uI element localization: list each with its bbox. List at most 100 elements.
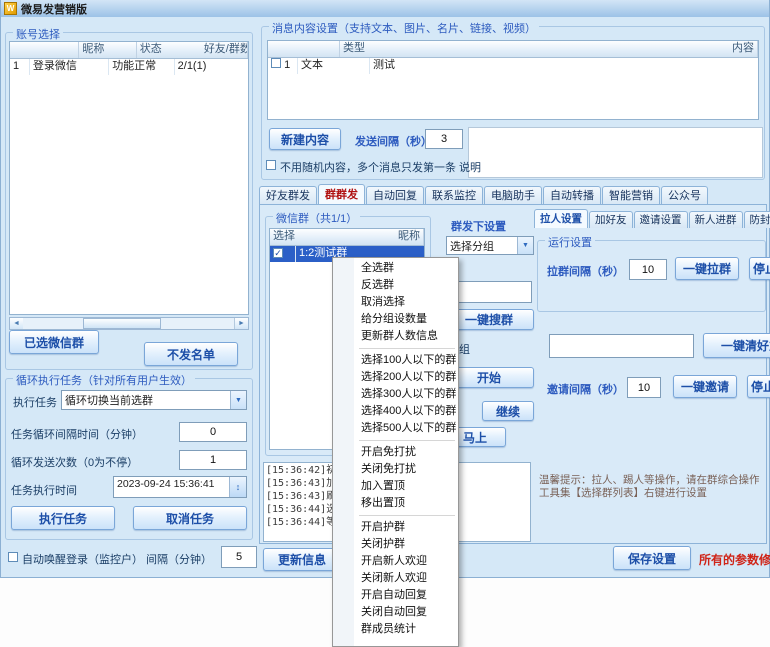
wake-interval-input[interactable] [221,546,257,568]
task-type-dropdown[interactable]: 循环切换当前选群 ▼ [61,390,247,410]
account-counts: 2/1(1) [175,59,248,75]
main-tab[interactable]: 群群发 [318,184,365,205]
context-menu-item[interactable]: 关闭免打扰 [333,461,458,478]
chevron-down-icon[interactable]: ▼ [517,237,533,254]
invite-interval-input[interactable] [627,377,661,398]
invite-interval-label: 邀请间隔（秒） [547,381,624,397]
accounts-header-cell: 昵称 [79,42,136,58]
task-time-input[interactable]: 2023-09-24 15:36:41 ↕ [113,476,247,498]
scroll-track[interactable] [23,318,234,329]
message-preview-box [468,127,763,178]
refresh-info-button[interactable]: 更新信息 [263,548,341,571]
context-menu-item[interactable] [359,440,455,441]
message-seq: 1 [284,59,290,71]
loop-task-group-title: 循环执行任务（针对所有用户生效） [13,372,195,388]
account-row[interactable]: 1 登录微信 功能正常 2/1(1) [10,59,248,75]
random-content-checkbox[interactable] [266,160,276,170]
loop-count-input[interactable] [179,450,247,470]
context-menu-item[interactable]: 关闭护群 [333,536,458,553]
group-list-title: 微信群（共1/1） [273,210,360,226]
window-title: 微易发营销版 [21,1,87,17]
context-menu-item[interactable]: 全选群 [333,260,458,277]
context-menu-item[interactable]: 选择500人以下的群 [333,420,458,437]
context-menu-item[interactable]: 开启护群 [333,519,458,536]
task-type-label: 执行任务 [13,394,57,410]
main-tab[interactable]: 好友群发 [259,186,317,205]
invite-button[interactable]: 一键邀请 [673,375,737,398]
context-menu-item[interactable]: 开启免打扰 [333,444,458,461]
context-menu-item[interactable]: 取消选择 [333,294,458,311]
account-status: 功能正常 [109,59,174,75]
main-tab[interactable]: 公众号 [661,186,708,205]
selected-groups-button[interactable]: 已选微信群 [9,330,99,354]
context-menu-item[interactable]: 选择100人以下的群 [333,352,458,369]
pull-button[interactable]: 一键拉群 [675,257,739,280]
filter-value: 选择分组 [447,237,517,254]
context-menu-item[interactable]: 开启自动回复 [333,587,458,604]
message-table-header: 类型内容 [268,41,758,58]
right-tab[interactable]: 拉人设置 [534,209,588,228]
right-tab[interactable]: 邀请设置 [634,211,688,228]
filter-label: 群发下设置 [451,218,506,234]
clear-friends-input[interactable] [549,334,694,358]
blacklist-button[interactable]: 不发名单 [144,342,238,366]
context-menu-item[interactable]: 选择300人以下的群 [333,386,458,403]
filter-dropdown[interactable]: 选择分组 ▼ [446,236,534,255]
main-tab[interactable]: 自动回复 [366,186,424,205]
right-tab[interactable]: 加好友 [589,211,633,228]
right-tab[interactable]: 新人进群 [689,211,743,228]
context-menu-item[interactable]: 开启新人欢迎 [333,553,458,570]
task-interval-input[interactable] [179,422,247,442]
context-menu-item[interactable]: 给分组设数量 [333,311,458,328]
new-content-button[interactable]: 新建内容 [269,128,341,150]
scroll-thumb[interactable] [83,318,161,329]
context-menu-item[interactable]: 群成员统计 [333,621,458,638]
context-menu-item[interactable]: 反选群 [333,277,458,294]
main-tab[interactable]: 智能营销 [602,186,660,205]
main-tab[interactable]: 自动转播 [543,186,601,205]
context-menu-item[interactable] [359,348,455,349]
context-menu-item[interactable]: 选择200人以下的群 [333,369,458,386]
message-row-checkbox[interactable] [271,58,281,68]
scroll-left-icon[interactable]: ◄ [10,318,23,329]
context-menu-item[interactable]: 更新群人数信息 [333,328,458,345]
wake-checkbox[interactable] [8,552,18,562]
account-nickname: 登录微信 [30,59,109,75]
context-menu-item[interactable]: 关闭新人欢迎 [333,570,458,587]
screen: W 微易发营销版 账号选择 昵称状态好友/群数 1 登录微信 功能正常 2/1(… [0,0,770,647]
accounts-rows: 1 登录微信 功能正常 2/1(1) [10,59,248,75]
message-row[interactable]: 1 文本 测试 [268,58,758,74]
right-tab[interactable]: 防封 [744,211,770,228]
accounts-table[interactable]: 昵称状态好友/群数 1 登录微信 功能正常 2/1(1) [9,41,249,315]
context-menu-item[interactable]: 选择400人以下的群 [333,403,458,420]
message-table[interactable]: 类型内容 1 文本 测试 [267,40,759,120]
run-task-button[interactable]: 执行任务 [11,506,115,530]
context-menu-item[interactable]: 关闭自动回复 [333,604,458,621]
main-tabs: 好友群发群群发自动回复联系监控电脑助手自动转播智能营销公众号 [259,185,708,205]
cancel-task-button[interactable]: 取消任务 [133,506,247,530]
chevron-down-icon[interactable]: ▼ [230,391,246,409]
save-settings-button[interactable]: 保存设置 [613,546,691,570]
datetime-spinner-icon[interactable]: ↕ [229,477,246,497]
clear-friends-button[interactable]: 一键清好友 [703,333,770,358]
accounts-hscrollbar[interactable]: ◄ ► [9,317,249,330]
invite-stop-button[interactable]: 停止邀请 [747,375,770,398]
continue-button[interactable]: 继续 [482,401,534,421]
send-interval-input[interactable] [425,129,463,149]
accounts-group-title: 账号选择 [13,26,63,42]
app-icon: W [4,2,17,15]
message-row-select: 1 [268,58,298,74]
context-menu-item[interactable]: 加入置顶 [333,478,458,495]
wake-label: 自动唤醒登录（监控户） 间隔（分钟） [22,551,212,567]
group-row-checkbox[interactable]: ✓ [273,248,283,258]
pull-interval-input[interactable] [629,259,667,280]
pull-stop-button[interactable]: 停止拉群 [749,257,770,280]
main-tab[interactable]: 电脑助手 [484,186,542,205]
scroll-right-icon[interactable]: ► [234,318,248,329]
context-menu-item[interactable]: 移出置顶 [333,495,458,512]
run-settings-title: 运行设置 [545,234,595,250]
task-type-value: 循环切换当前选群 [62,391,230,409]
main-tab[interactable]: 联系监控 [425,186,483,205]
accounts-header-cell [10,42,79,58]
context-menu-item[interactable] [359,515,455,516]
